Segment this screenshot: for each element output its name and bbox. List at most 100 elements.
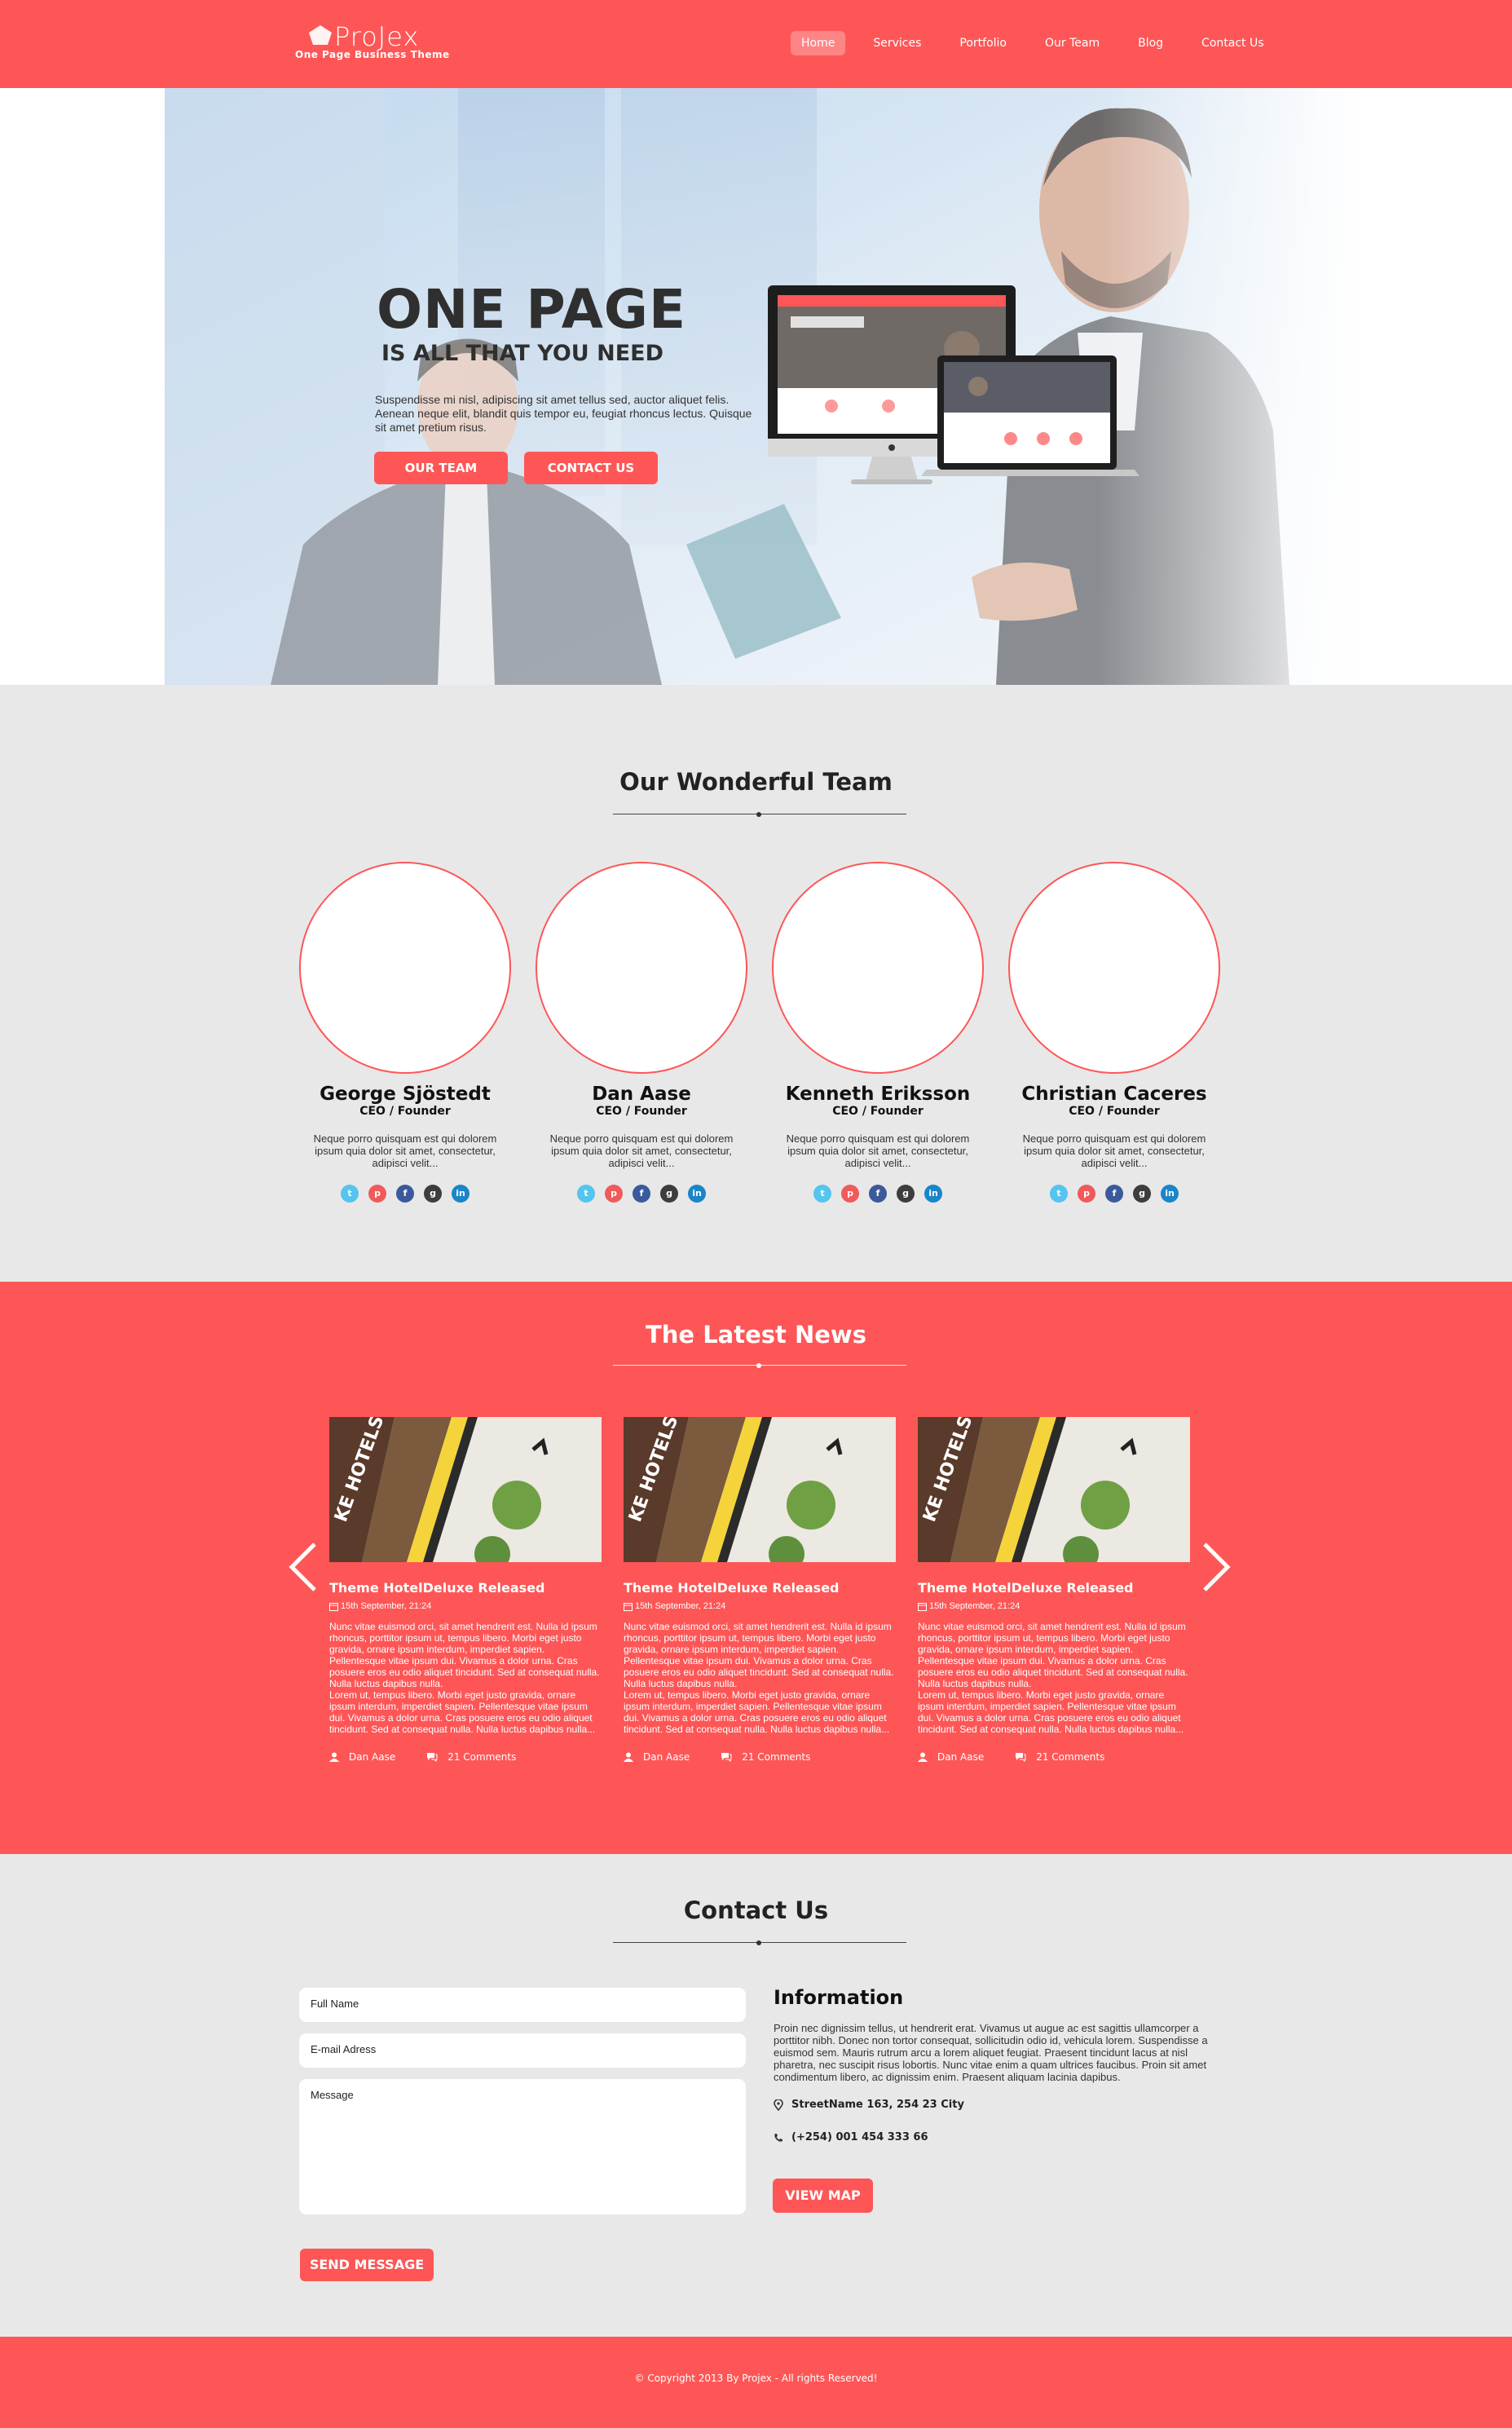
- member-role: CEO / Founder: [1069, 1105, 1160, 1118]
- member-photo[interactable]: [772, 862, 984, 1074]
- news-post-image[interactable]: KE HOTELS: [329, 1413, 602, 1572]
- hero-subtitle: IS ALL THAT YOU NEED: [381, 341, 663, 366]
- full-name-field[interactable]: Full Name: [299, 1988, 746, 2022]
- chevron-right-icon[interactable]: [1200, 1541, 1232, 1593]
- facebook-icon[interactable]: f: [869, 1185, 887, 1203]
- nav-our-team[interactable]: Our Team: [1034, 31, 1110, 55]
- news-post-image[interactable]: KE HOTELS: [624, 1413, 896, 1572]
- phone-line: (+254) 001 454 333 66: [774, 2131, 928, 2143]
- social-links: t p f g in: [760, 1185, 996, 1203]
- news-divider: [613, 1362, 906, 1370]
- comments-icon: [721, 1753, 732, 1762]
- news-post-comments[interactable]: 21 Comments: [721, 1751, 810, 1763]
- team-member-card: Dan Aase CEO / Founder Neque porro quisq…: [523, 862, 760, 1203]
- news-post-card: KE HOTELS Theme HotelDeluxe Released 15t…: [329, 1413, 602, 1763]
- news-post-date-text: 15th September, 21:24: [341, 1601, 432, 1611]
- email-field[interactable]: E-mail Adress: [299, 2033, 746, 2068]
- news-post-excerpt: Nunc vitae euismod orci, sit amet hendre…: [918, 1621, 1188, 1689]
- news-post-meta: Dan Aase 21 Comments: [918, 1751, 1190, 1763]
- address-text: StreetName 163, 254 23 City: [791, 2099, 964, 2111]
- google-plus-icon[interactable]: g: [897, 1185, 915, 1203]
- linkedin-icon[interactable]: in: [1161, 1185, 1179, 1203]
- information-title: Information: [774, 1986, 904, 2009]
- team-member-card: Kenneth Eriksson CEO / Founder Neque por…: [760, 862, 996, 1203]
- news-post-image[interactable]: KE HOTELS: [918, 1413, 1190, 1572]
- pinterest-icon[interactable]: p: [605, 1185, 623, 1203]
- logo-tagline: One Page Business Theme: [295, 49, 450, 60]
- news-post-card: KE HOTELS Theme HotelDeluxe Released 15t…: [624, 1413, 896, 1763]
- nav-home[interactable]: Home: [791, 31, 846, 55]
- news-post-author[interactable]: Dan Aase: [624, 1751, 690, 1763]
- team-member-card: George Sjöstedt CEO / Founder Neque porr…: [287, 862, 523, 1203]
- pinterest-icon[interactable]: p: [841, 1185, 859, 1203]
- hero-title: ONE PAGE: [377, 278, 687, 341]
- news-post-author[interactable]: Dan Aase: [329, 1751, 395, 1763]
- google-plus-icon[interactable]: g: [660, 1185, 678, 1203]
- address-line: StreetName 163, 254 23 City: [774, 2099, 964, 2111]
- map-pin-icon: [774, 2099, 783, 2111]
- linkedin-icon[interactable]: in: [688, 1185, 706, 1203]
- calendar-icon: [329, 1602, 338, 1611]
- facebook-icon[interactable]: f: [396, 1185, 414, 1203]
- user-icon: [918, 1752, 928, 1762]
- send-message-button[interactable]: SEND MESSAGE: [300, 2249, 434, 2281]
- member-role: CEO / Founder: [359, 1105, 451, 1118]
- news-post-meta: Dan Aase 21 Comments: [624, 1751, 896, 1763]
- nav-blog[interactable]: Blog: [1127, 31, 1174, 55]
- contact-section: Contact Us Full Name E-mail Adress Messa…: [0, 1854, 1512, 2337]
- chevron-left-icon[interactable]: [287, 1541, 320, 1593]
- team-section-title: Our Wonderful Team: [619, 768, 893, 796]
- member-photo[interactable]: [1008, 862, 1220, 1074]
- member-name: Dan Aase: [592, 1084, 691, 1105]
- phone-text: (+254) 001 454 333 66: [791, 2131, 928, 2143]
- member-photo[interactable]: [299, 862, 511, 1074]
- member-photo[interactable]: [536, 862, 747, 1074]
- comments-icon: [1016, 1753, 1026, 1762]
- nav-services[interactable]: Services: [862, 31, 932, 55]
- member-bio: Neque porro quisquam est qui dolorem ips…: [313, 1132, 497, 1169]
- twitter-icon[interactable]: t: [577, 1185, 595, 1203]
- news-post-title[interactable]: Theme HotelDeluxe Released: [624, 1580, 896, 1596]
- logo-name: ProJex: [334, 21, 420, 52]
- our-team-button[interactable]: OUR TEAM: [374, 452, 508, 484]
- site-footer: © Copyright 2013 By Projex - All rights …: [0, 2337, 1512, 2428]
- comments-icon: [427, 1753, 438, 1762]
- contact-us-button[interactable]: CONTACT US: [524, 452, 658, 484]
- site-header: ProJex One Page Business Theme Home Serv…: [0, 0, 1512, 88]
- member-role: CEO / Founder: [596, 1105, 687, 1118]
- pentagon-logo-icon: [309, 25, 332, 45]
- pinterest-icon[interactable]: p: [368, 1185, 386, 1203]
- member-role: CEO / Founder: [832, 1105, 924, 1118]
- nav-portfolio[interactable]: Portfolio: [949, 31, 1017, 55]
- nav-contact-us[interactable]: Contact Us: [1191, 31, 1274, 55]
- user-icon: [329, 1752, 339, 1762]
- logo[interactable]: ProJex One Page Business Theme: [295, 20, 458, 65]
- member-bio: Neque porro quisquam est qui dolorem ips…: [1022, 1132, 1206, 1169]
- news-post-comments[interactable]: 21 Comments: [426, 1751, 516, 1763]
- facebook-icon[interactable]: f: [1105, 1185, 1123, 1203]
- twitter-icon[interactable]: t: [813, 1185, 831, 1203]
- news-post-title[interactable]: Theme HotelDeluxe Released: [329, 1580, 602, 1596]
- twitter-icon[interactable]: t: [1050, 1185, 1068, 1203]
- twitter-icon[interactable]: t: [341, 1185, 359, 1203]
- pinterest-icon[interactable]: p: [1078, 1185, 1095, 1203]
- view-map-button[interactable]: VIEW MAP: [773, 2179, 873, 2213]
- google-plus-icon[interactable]: g: [1133, 1185, 1151, 1203]
- member-name: George Sjöstedt: [320, 1084, 491, 1105]
- news-post-author-name: Dan Aase: [349, 1751, 396, 1763]
- news-post-date: 15th September, 21:24: [918, 1601, 1190, 1611]
- team-section: Our Wonderful Team George Sjöstedt CEO /…: [0, 685, 1512, 1282]
- calendar-icon: [918, 1602, 927, 1611]
- news-post-date: 15th September, 21:24: [329, 1601, 602, 1611]
- news-post-author[interactable]: Dan Aase: [918, 1751, 984, 1763]
- google-plus-icon[interactable]: g: [424, 1185, 442, 1203]
- social-links: t p f g in: [523, 1185, 760, 1203]
- linkedin-icon[interactable]: in: [452, 1185, 469, 1203]
- facebook-icon[interactable]: f: [633, 1185, 650, 1203]
- news-post-title[interactable]: Theme HotelDeluxe Released: [918, 1580, 1190, 1596]
- member-name: Christian Caceres: [1021, 1084, 1207, 1105]
- news-post-comments[interactable]: 21 Comments: [1015, 1751, 1104, 1763]
- linkedin-icon[interactable]: in: [924, 1185, 942, 1203]
- message-field[interactable]: Message: [299, 2079, 746, 2214]
- news-post-excerpt-2: Lorem ut, tempus libero. Morbi eget just…: [918, 1689, 1184, 1735]
